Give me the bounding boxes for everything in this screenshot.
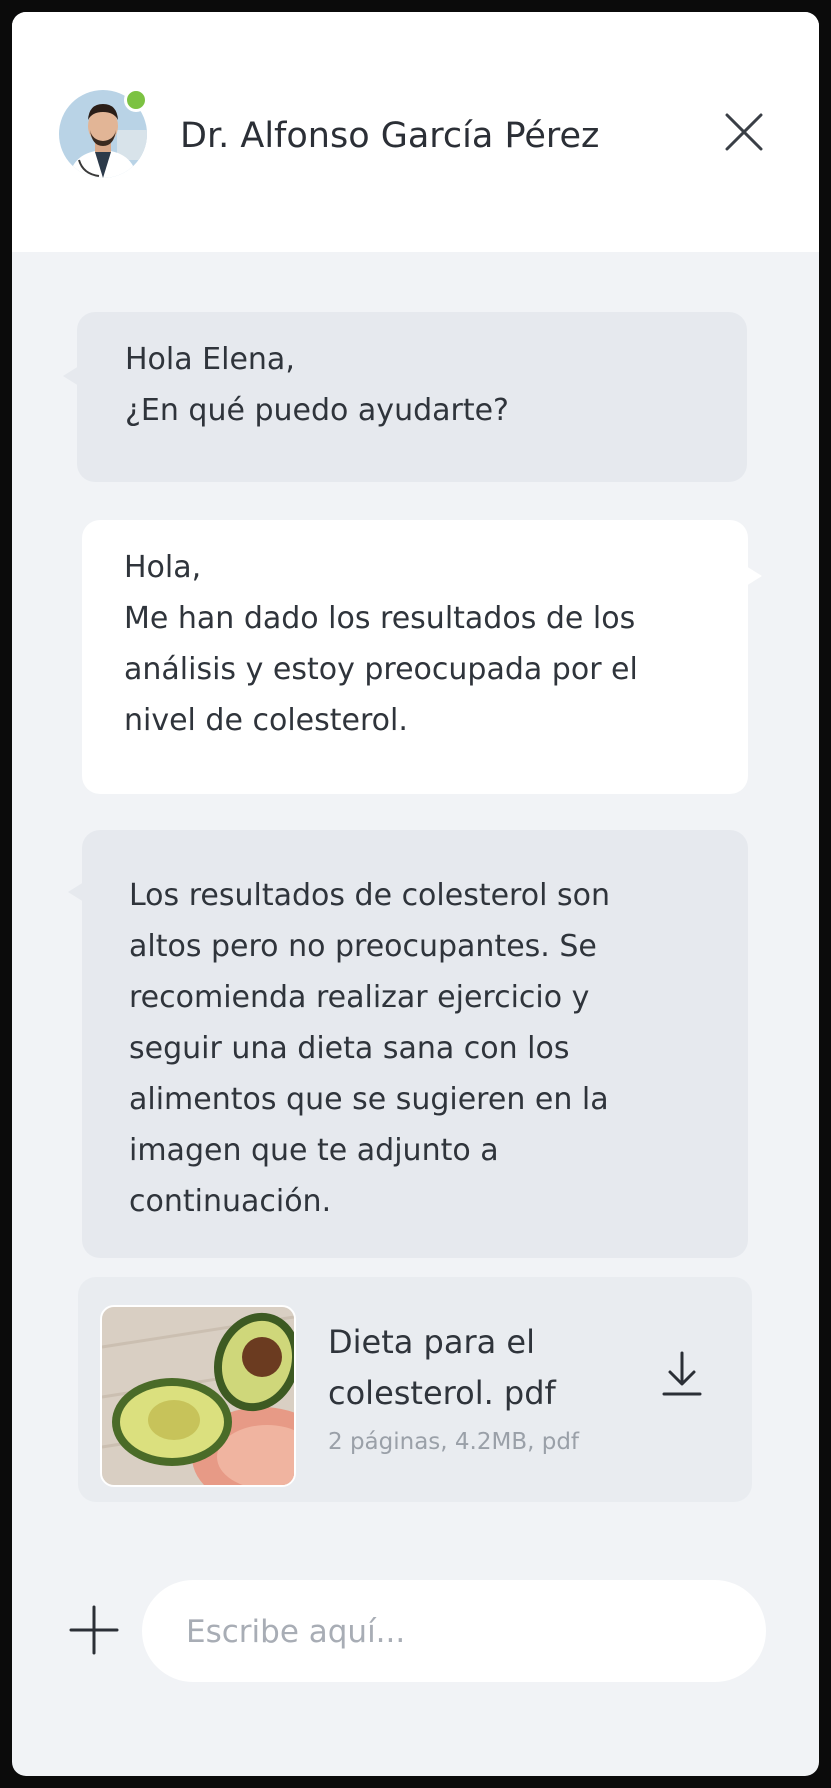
message-patient: Hola, Me han dado los resultados de los …	[82, 520, 762, 794]
online-status-indicator	[124, 88, 148, 112]
message-doctor: Los resultados de colesterol son altos p…	[68, 830, 748, 1258]
message-text: Hola Elena, ¿En qué puedo ayudarte?	[125, 342, 509, 428]
plus-icon[interactable]	[68, 1604, 120, 1656]
doctor-name: Dr. Alfonso García Pérez	[180, 116, 600, 156]
avocado-image[interactable]	[100, 1305, 296, 1487]
message-input[interactable]	[184, 1600, 748, 1664]
message-composer	[142, 1580, 766, 1682]
close-icon[interactable]	[724, 112, 764, 152]
message-doctor: Hola Elena, ¿En qué puedo ayudarte?	[63, 312, 747, 482]
file-attachment[interactable]: Dieta para el colesterol. pdf 2 páginas,…	[78, 1277, 752, 1502]
message-text: Los resultados de colesterol son altos p…	[129, 878, 610, 1219]
chat-header: Dr. Alfonso García Pérez	[12, 12, 819, 252]
chat-window: Dr. Alfonso García Pérez Hola Elena, ¿En…	[12, 12, 819, 1776]
attachment-file-name[interactable]: Dieta para el colesterol. pdf	[328, 1317, 628, 1419]
download-icon[interactable]	[660, 1349, 704, 1399]
message-text: Hola, Me han dado los resultados de los …	[124, 550, 638, 738]
attachment-meta: 2 páginas, 4.2MB, pdf	[328, 1429, 580, 1455]
